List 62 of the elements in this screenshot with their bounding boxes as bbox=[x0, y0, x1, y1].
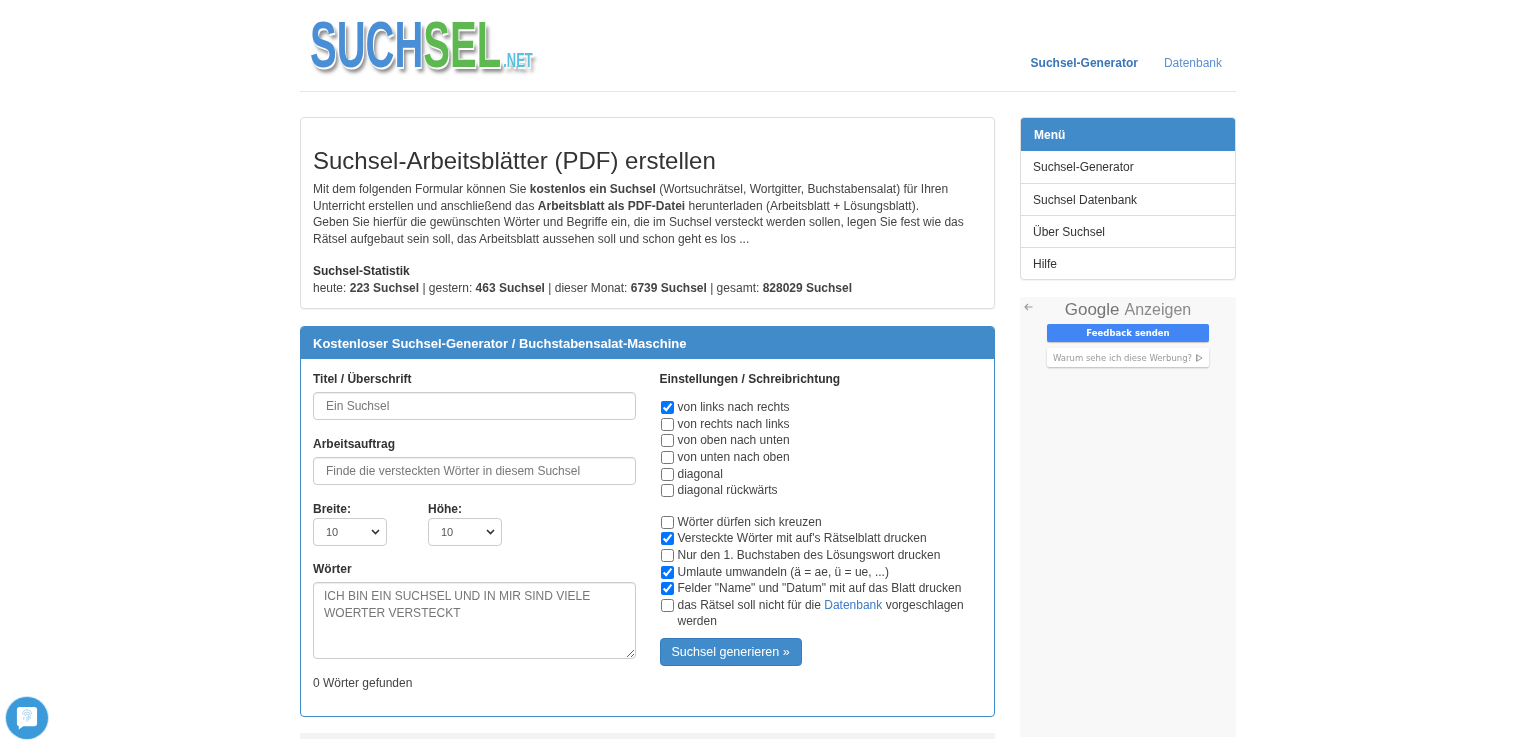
chat-button[interactable] bbox=[6, 697, 48, 739]
size-select[interactable]: 10 bbox=[313, 518, 387, 547]
field-label: Titel / Überschrift bbox=[313, 371, 412, 389]
checkbox[interactable] bbox=[660, 582, 674, 596]
checkbox-label: Nur den 1. Buchstaben des Lösungswort drucken bbox=[677, 546, 941, 564]
checkbox[interactable] bbox=[660, 484, 674, 498]
words-textarea[interactable]: ICH BIN EIN SUCHSEL UND IN MIR SIND VIELE WOERTER VERSTECKT bbox=[313, 582, 636, 660]
size-select[interactable]: 10 bbox=[428, 518, 502, 547]
checkbox-label: Wörter dürfen sich kreuzen bbox=[677, 513, 822, 531]
generate-button[interactable]: Suchsel generieren » bbox=[659, 637, 802, 666]
checkbox-label: das Rätsel soll nicht für die Datenbank vorgeschlagen werden bbox=[677, 596, 965, 630]
text-input[interactable]: Finde die versteckten Wörter in diesem Suchsel bbox=[313, 457, 636, 486]
intro-paragraph: Mit dem folgenden Formular können Sie kostenlos ein Suchsel (Wortsuchrätsel, Wortgitter, Buchstabensalat) für Ihren Unterricht erstellen und anschließend das Arbeitsblatt als PDF-Datei herunterladen (Arbeitsblatt + Lösungsblatt). bbox=[313, 181, 950, 215]
nav-link[interactable]: Datenbank bbox=[1163, 55, 1222, 71]
checkbox[interactable] bbox=[660, 532, 674, 546]
field-label: Arbeitsauftrag bbox=[313, 436, 395, 454]
checkbox-label: Felder "Name" und "Datum" mit auf das Blatt drucken bbox=[677, 580, 962, 597]
checkbox-label: diagonal rückwärts bbox=[677, 482, 778, 499]
page-title: Suchsel-Arbeitsblätter (PDF) erstellen bbox=[313, 146, 717, 175]
checkbox[interactable] bbox=[660, 467, 674, 481]
text-input[interactable]: Ein Suchsel bbox=[313, 392, 636, 421]
site-logo[interactable]: SUCHSEL.NET bbox=[310, 13, 533, 77]
menu-title: Menü bbox=[1034, 127, 1066, 142]
database-link[interactable]: Datenbank bbox=[824, 597, 883, 612]
triangle-outline-icon bbox=[1196, 353, 1203, 362]
stats-heading: Suchsel-Statistik bbox=[313, 262, 411, 280]
menu-item[interactable]: Über Suchsel bbox=[1021, 215, 1235, 247]
speech-bubble-icon bbox=[16, 706, 38, 730]
menu-item[interactable]: Suchsel-Generator bbox=[1021, 151, 1235, 183]
checkbox-label: von rechts nach links bbox=[677, 415, 790, 433]
menu-item[interactable]: Suchsel Datenbank bbox=[1021, 183, 1235, 215]
checkbox[interactable] bbox=[660, 565, 674, 579]
arrow-left-icon[interactable] bbox=[1024, 303, 1033, 311]
menu-item[interactable]: Hilfe bbox=[1021, 247, 1235, 279]
checkbox[interactable] bbox=[660, 515, 674, 529]
feedback-button[interactable]: Feedback senden bbox=[1047, 324, 1209, 342]
checkbox[interactable] bbox=[660, 548, 674, 562]
intro-paragraph: Geben Sie hierfür die gewünschten Wörter und Begriffe ein, die im Suchsel versteckt werden sollen, legen Sie fest wie das Rätsel aufgebaut sein soll, das Arbeitsblatt aussehen soll und schon geht es los ... bbox=[313, 214, 965, 248]
field-label: Breite: bbox=[313, 501, 351, 519]
field-label: Höhe: bbox=[428, 501, 462, 519]
checkbox[interactable] bbox=[660, 417, 674, 431]
why-ad-button[interactable]: Warum sehe ich diese Werbung? bbox=[1047, 348, 1209, 367]
checkbox-label: Versteckte Wörter mit auf's Rätselblatt drucken bbox=[677, 530, 927, 547]
checkbox-label: diagonal bbox=[677, 465, 723, 483]
chevron-down-icon bbox=[486, 529, 495, 536]
checkbox-label: von oben nach unten bbox=[677, 432, 790, 449]
checkbox[interactable] bbox=[660, 451, 674, 464]
panel-title: Kostenloser Suchsel-Generator / Buchstabensalat-Maschine bbox=[313, 335, 687, 351]
chevron-down-icon bbox=[371, 529, 380, 536]
word-count-text: 0 Wörter gefunden bbox=[313, 675, 413, 693]
stats-text: heute: 223 Suchsel | gestern: 463 Suchsel | dieser Monat: 6739 Suchsel | gesamt: 828029 Suchsel bbox=[313, 279, 854, 297]
checkbox[interactable] bbox=[660, 598, 674, 612]
nav-link[interactable]: Suchsel-Generator bbox=[1030, 55, 1138, 71]
settings-title: Einstellungen / Schreibrichtung bbox=[659, 371, 841, 389]
checkbox-label: von unten nach oben bbox=[677, 449, 790, 466]
checkbox[interactable] bbox=[660, 401, 674, 415]
field-label: Wörter bbox=[313, 561, 352, 579]
checkbox-label: Umlaute umwandeln (ä = ae, ü = ue, ...) bbox=[677, 563, 889, 581]
ad-brand-text: Google bbox=[1064, 300, 1120, 320]
checkbox[interactable] bbox=[660, 434, 674, 448]
ad-label: Anzeigen bbox=[1124, 301, 1192, 319]
checkbox-label: von links nach rechts bbox=[677, 399, 790, 416]
